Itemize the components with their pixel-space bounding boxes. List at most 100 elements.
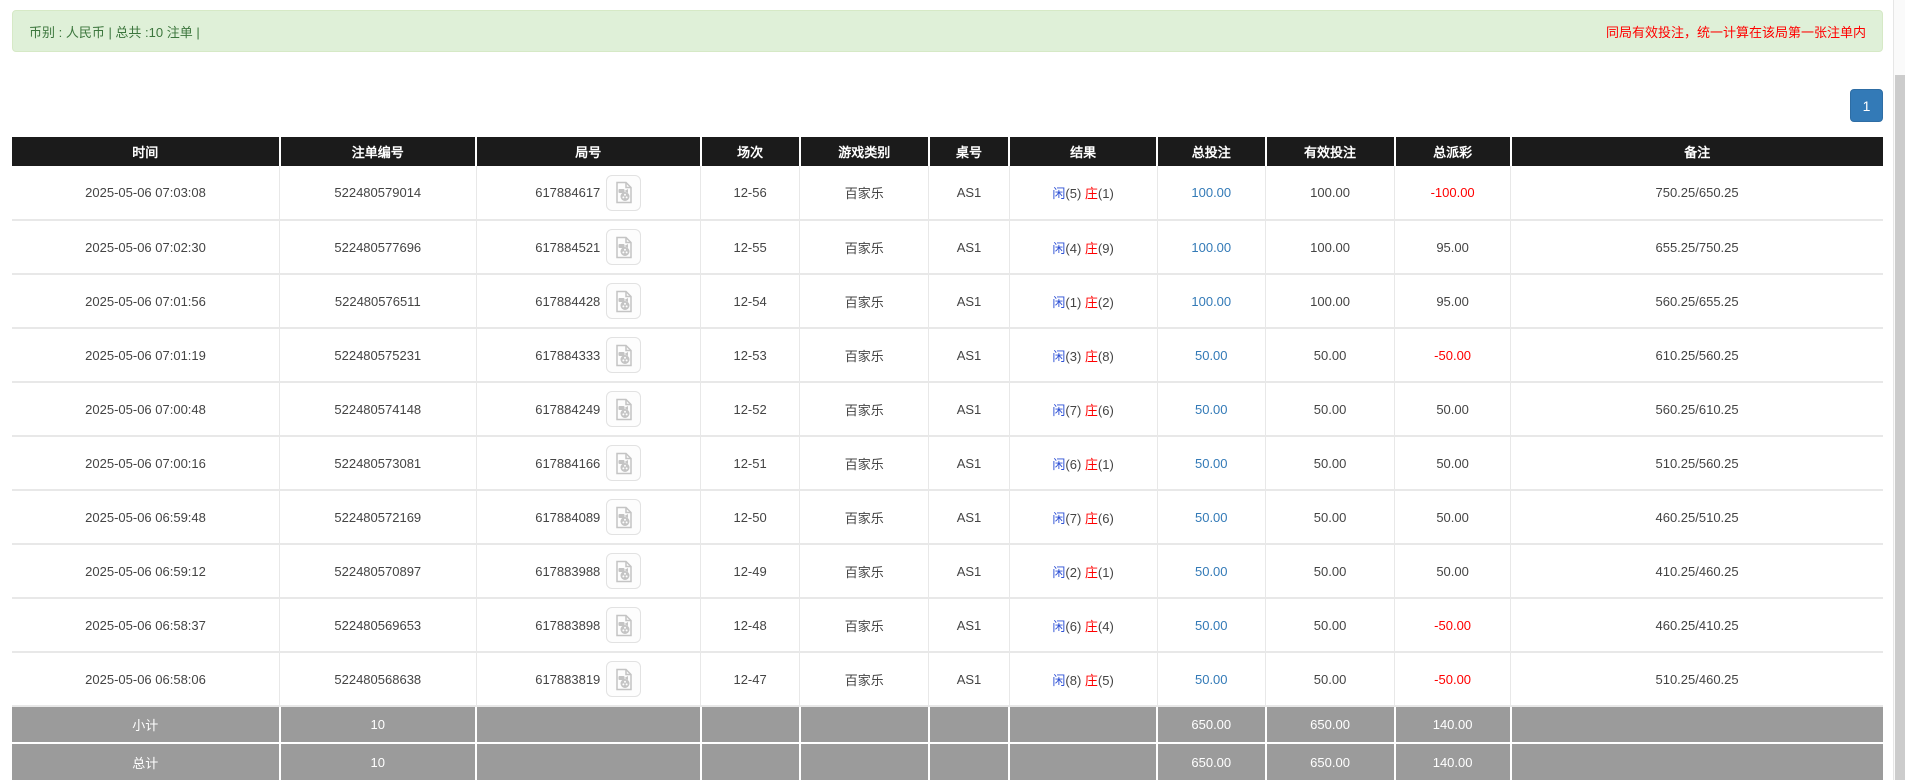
total-bet-link[interactable]: 50.00 xyxy=(1195,348,1228,363)
table-footer: 小计 10 650.00 650.00 140.00 总计 10 650.00 … xyxy=(12,705,1883,780)
round-id-text: 617884521 xyxy=(535,239,601,255)
cell-remark: 610.25/560.25 xyxy=(1510,328,1883,383)
cell-result: 闲(7) 庄(6) xyxy=(1008,490,1157,545)
result-banker-label: 庄 xyxy=(1084,618,1098,634)
cell-payout: 95.00 xyxy=(1394,274,1511,329)
video-replay-button[interactable] xyxy=(606,391,642,427)
cell-round-id: 617884617 xyxy=(475,166,701,221)
cell-valid-bet: 100.00 xyxy=(1265,274,1395,329)
table-row: 2025-05-06 07:02:30 522480577696 6178845… xyxy=(12,220,1883,275)
video-replay-button[interactable] xyxy=(606,337,642,373)
result-player-score: (6) xyxy=(1065,456,1082,472)
cell-game-type: 百家乐 xyxy=(799,490,929,545)
header-valid-bet: 有效投注 xyxy=(1264,137,1395,166)
header-remark: 备注 xyxy=(1509,137,1883,166)
cell-time: 2025-05-06 06:58:06 xyxy=(12,652,280,707)
header-game-type: 游戏类别 xyxy=(798,137,929,166)
result-banker-score: (4) xyxy=(1097,618,1114,634)
result-banker-label: 庄 xyxy=(1084,510,1098,526)
video-replay-button[interactable] xyxy=(606,661,642,697)
cell-result: 闲(3) 庄(8) xyxy=(1008,328,1157,383)
cell-remark: 460.25/510.25 xyxy=(1510,490,1883,545)
header-bet-id: 注单编号 xyxy=(278,137,476,166)
page-content: 币别 : 人民币 | 总共 :10 注单 | 同局有效投注，统一计算在该局第一张… xyxy=(12,10,1883,780)
video-replay-button[interactable] xyxy=(606,499,642,535)
cell-time: 2025-05-06 06:58:37 xyxy=(12,598,280,653)
video-replay-button[interactable] xyxy=(606,174,642,211)
video-replay-button[interactable] xyxy=(606,283,642,319)
cell-payout: -50.00 xyxy=(1394,652,1511,707)
total-bet-link[interactable]: 50.00 xyxy=(1195,510,1228,525)
table-row: 2025-05-06 06:59:48 522480572169 6178840… xyxy=(12,490,1883,545)
result-player-score: (5) xyxy=(1065,186,1082,201)
cell-remark: 655.25/750.25 xyxy=(1510,220,1883,275)
video-replay-icon xyxy=(616,344,632,366)
round-id-text: 617884249 xyxy=(535,401,601,417)
video-replay-button[interactable] xyxy=(606,553,642,589)
cell-payout: 50.00 xyxy=(1394,436,1511,491)
cell-bet-id: 522480573081 xyxy=(279,436,476,491)
cell-valid-bet: 50.00 xyxy=(1265,490,1395,545)
table-row: 2025-05-06 07:00:16 522480573081 6178841… xyxy=(12,436,1883,491)
cell-time: 2025-05-06 07:01:19 xyxy=(12,328,280,383)
vertical-scrollbar[interactable] xyxy=(1893,0,1905,780)
result-player-score: (2) xyxy=(1065,564,1082,580)
table-row: 2025-05-06 07:00:48 522480574148 6178842… xyxy=(12,382,1883,437)
result-player-label: 闲 xyxy=(1052,564,1066,580)
total-bet-link[interactable]: 100.00 xyxy=(1191,294,1231,309)
cell-round-id: 617884428 xyxy=(475,274,701,329)
cell-remark: 560.25/655.25 xyxy=(1510,274,1883,329)
result-player-label: 闲 xyxy=(1052,672,1066,688)
cell-game-type: 百家乐 xyxy=(799,220,929,275)
cell-round-id: 617883988 xyxy=(475,544,701,599)
header-session: 场次 xyxy=(699,137,800,166)
cell-bet-id: 522480569653 xyxy=(279,598,476,653)
result-banker-label: 庄 xyxy=(1084,456,1098,472)
cell-time: 2025-05-06 06:59:12 xyxy=(12,544,280,599)
total-label: 总计 xyxy=(12,742,280,780)
cell-valid-bet: 50.00 xyxy=(1265,652,1395,707)
cell-total-bet: 50.00 xyxy=(1156,544,1266,599)
cell-bet-id: 522480574148 xyxy=(279,382,476,437)
result-player-label: 闲 xyxy=(1052,348,1066,364)
result-player-score: (7) xyxy=(1065,510,1082,526)
page-1-button[interactable]: 1 xyxy=(1850,89,1883,122)
video-replay-button[interactable] xyxy=(606,229,642,265)
result-player-score: (1) xyxy=(1065,294,1082,310)
cell-game-type: 百家乐 xyxy=(799,652,929,707)
total-bet-link[interactable]: 50.00 xyxy=(1195,402,1228,417)
cell-total-bet: 50.00 xyxy=(1156,598,1266,653)
total-bet-link[interactable]: 50.00 xyxy=(1195,456,1228,471)
cell-remark: 460.25/410.25 xyxy=(1510,598,1883,653)
cell-result: 闲(8) 庄(5) xyxy=(1008,652,1157,707)
total-bet-link[interactable]: 50.00 xyxy=(1195,618,1228,633)
result-player-label: 闲 xyxy=(1052,618,1066,634)
cell-session: 12-56 xyxy=(700,166,800,221)
cell-game-type: 百家乐 xyxy=(799,382,929,437)
cell-bet-id: 522480572169 xyxy=(279,490,476,545)
cell-time: 2025-05-06 07:01:56 xyxy=(12,274,280,329)
total-bet-link[interactable]: 50.00 xyxy=(1195,672,1228,687)
total-bet-link[interactable]: 50.00 xyxy=(1195,564,1228,579)
cell-time: 2025-05-06 07:00:48 xyxy=(12,382,280,437)
cell-result: 闲(6) 庄(4) xyxy=(1008,598,1157,653)
cell-remark: 750.25/650.25 xyxy=(1510,166,1883,221)
header-result: 结果 xyxy=(1008,137,1157,166)
cell-total-bet: 50.00 xyxy=(1156,490,1266,545)
result-banker-label: 庄 xyxy=(1084,564,1098,580)
table-header: 时间 注单编号 局号 场次 游戏类别 桌号 结果 总投注 有效投注 总派彩 备注 xyxy=(12,137,1883,166)
result-player-score: (3) xyxy=(1065,348,1082,364)
total-row: 总计 10 650.00 650.00 140.00 xyxy=(12,742,1883,780)
video-replay-button[interactable] xyxy=(606,445,642,481)
table-body: 2025-05-06 07:03:08 522480579014 6178846… xyxy=(12,166,1883,707)
cell-bet-id: 522480568638 xyxy=(279,652,476,707)
header-time: 时间 xyxy=(12,137,280,166)
scrollbar-thumb[interactable] xyxy=(1895,75,1905,780)
video-replay-button[interactable] xyxy=(606,607,642,643)
result-banker-score: (6) xyxy=(1097,402,1114,418)
cell-result: 闲(6) 庄(1) xyxy=(1008,436,1157,491)
total-bet-link[interactable]: 100.00 xyxy=(1191,185,1231,200)
cell-time: 2025-05-06 06:59:48 xyxy=(12,490,280,545)
cell-game-type: 百家乐 xyxy=(799,436,929,491)
total-bet-link[interactable]: 100.00 xyxy=(1191,240,1231,255)
